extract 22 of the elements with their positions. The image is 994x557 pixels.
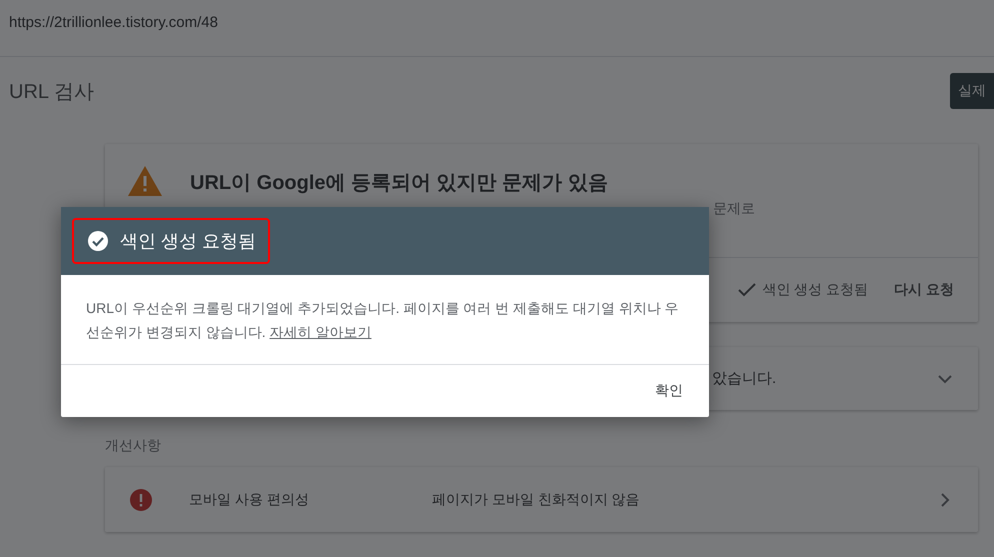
learn-more-link[interactable]: 자세히 알아보기 (270, 324, 372, 340)
check-icon (738, 283, 756, 297)
status-description: 문제로 (713, 200, 755, 218)
enhancement-name: 모바일 사용 편의성 (189, 490, 310, 508)
coverage-text: 았습니다. (712, 369, 778, 388)
live-test-button[interactable]: 실제 (950, 73, 994, 109)
page-title: URL 검사 (9, 80, 94, 104)
ok-button[interactable]: 확인 (645, 374, 693, 408)
status-title: URL이 Google에 등록되어 있지만 문제가 있음 (190, 171, 609, 196)
chevron-right-icon[interactable] (940, 492, 950, 506)
chevron-down-icon[interactable] (938, 374, 952, 384)
request-again-button[interactable]: 다시 요청 (884, 273, 964, 307)
request-status: 색인 생성 요청됨 (762, 281, 868, 299)
error-icon (130, 488, 152, 510)
section-heading: 개선사항 (105, 437, 162, 455)
check-circle-icon (88, 231, 108, 251)
enhancement-row[interactable]: 모바일 사용 편의성 페이지가 모바일 친화적이지 않음 (105, 467, 978, 532)
dialog-title: 색인 생성 요청됨 (120, 230, 256, 253)
dialog-message: URL이 우선순위 크롤링 대기열에 추가되었습니다. 페이지를 여러 번 제출해도 대기열 위치나 우선순위가 변경되지 않습니다. 자세히 알아보기 (86, 299, 680, 342)
page-url: https://2trillionlee.tistory.com/48 (0, 0, 994, 57)
warning-icon (127, 165, 163, 197)
enhancement-status: 페이지가 모바일 친화적이지 않음 (432, 490, 641, 508)
